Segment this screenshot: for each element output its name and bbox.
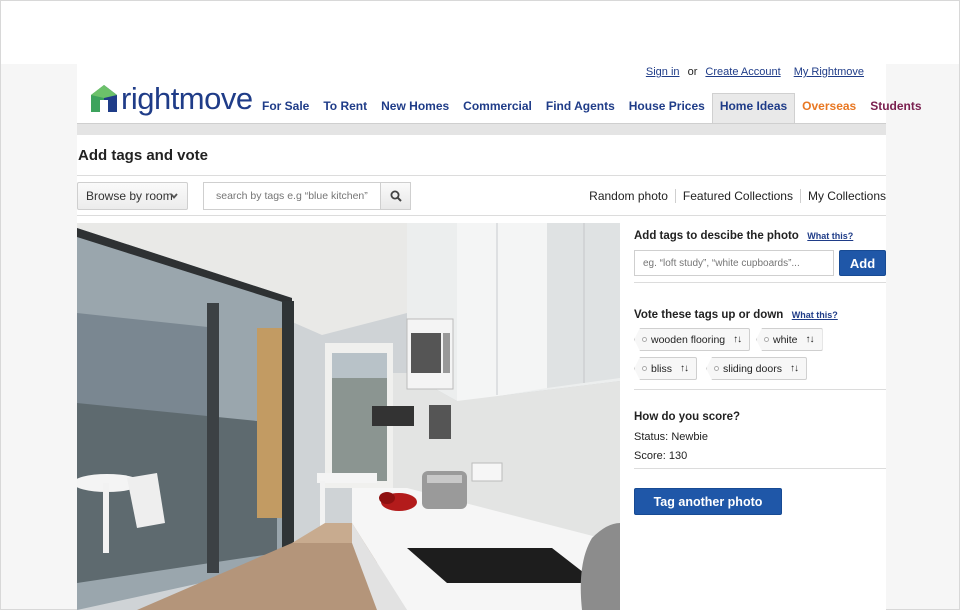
nav-house-prices[interactable]: House Prices bbox=[622, 93, 712, 123]
nav-commercial[interactable]: Commercial bbox=[456, 93, 539, 123]
tag-another-photo-button[interactable]: Tag another photo bbox=[634, 488, 782, 515]
nav-to-rent[interactable]: To Rent bbox=[316, 93, 374, 123]
nav-overseas[interactable]: Overseas bbox=[795, 93, 863, 123]
browse-label: Browse by room bbox=[86, 189, 173, 203]
add-tags-heading: Add tags to descibe the photo bbox=[634, 230, 799, 242]
random-photo-link[interactable]: Random photo bbox=[582, 189, 675, 203]
page-title: Add tags and vote bbox=[78, 147, 209, 164]
status-label: Status: bbox=[634, 431, 669, 443]
vote-arrows-icon[interactable]: ↑↓ bbox=[733, 334, 742, 345]
score-value: 130 bbox=[668, 450, 688, 462]
vote-help-link[interactable]: What this? bbox=[792, 310, 838, 320]
tag-label: wooden flooring bbox=[651, 333, 726, 346]
tag-chip[interactable]: white ↑↓ bbox=[756, 328, 823, 351]
nav-home-ideas[interactable]: Home Ideas bbox=[711, 93, 796, 123]
score-label: Score: bbox=[634, 450, 666, 462]
logo-text: rightmove bbox=[121, 81, 253, 116]
score-heading: How do you score? bbox=[634, 411, 741, 423]
nav-for-sale[interactable]: For Sale bbox=[255, 93, 316, 123]
divider bbox=[77, 175, 886, 176]
page: Sign in or Create Account My Rightmove r… bbox=[77, 64, 922, 610]
account-links: Sign in or Create Account My Rightmove bbox=[646, 66, 864, 78]
chevron-down-icon bbox=[169, 191, 179, 204]
or-text: or bbox=[687, 66, 698, 78]
nav-new-homes[interactable]: New Homes bbox=[374, 93, 456, 123]
my-rightmove-link[interactable]: My Rightmove bbox=[794, 66, 864, 78]
tag-label: bliss bbox=[651, 362, 673, 375]
vote-arrows-icon[interactable]: ↑↓ bbox=[680, 363, 689, 374]
score-row: Score: 130 bbox=[634, 450, 687, 462]
tag-chip[interactable]: wooden flooring ↑↓ bbox=[634, 328, 751, 351]
status-row: Status: Newbie bbox=[634, 431, 708, 443]
vote-heading: Vote these tags up or down bbox=[634, 309, 784, 321]
add-tags-heading-row: Add tags to descibe the photo What this? bbox=[634, 226, 853, 244]
status-value: Newbie bbox=[671, 431, 708, 443]
vote-heading-row: Vote these tags up or down What this? bbox=[634, 305, 838, 323]
kitchen-photo bbox=[77, 223, 620, 610]
tag-search-input[interactable] bbox=[203, 182, 381, 210]
my-collections-link[interactable]: My Collections bbox=[799, 189, 886, 203]
divider bbox=[77, 215, 886, 216]
sign-in-link[interactable]: Sign in bbox=[646, 66, 680, 78]
divider bbox=[634, 282, 886, 283]
featured-collections-link[interactable]: Featured Collections bbox=[674, 189, 800, 203]
add-tag-button[interactable]: Add bbox=[839, 250, 886, 276]
house-logo-icon bbox=[91, 85, 117, 112]
search-button[interactable] bbox=[380, 182, 411, 210]
add-tags-help-link[interactable]: What this? bbox=[807, 231, 853, 241]
create-account-link[interactable]: Create Account bbox=[705, 66, 780, 78]
tag-chip[interactable]: sliding doors ↑↓ bbox=[706, 357, 807, 380]
main-nav: For Sale To Rent New Homes Commercial Fi… bbox=[255, 93, 929, 123]
tag-chip[interactable]: bliss ↑↓ bbox=[634, 357, 698, 380]
add-tag-input[interactable] bbox=[634, 250, 834, 276]
vote-arrows-icon[interactable]: ↑↓ bbox=[790, 363, 799, 374]
tag-dot-icon bbox=[714, 366, 719, 371]
nav-students[interactable]: Students bbox=[863, 93, 928, 123]
tag-dot-icon bbox=[642, 366, 647, 371]
nav-find-agents[interactable]: Find Agents bbox=[539, 93, 622, 123]
vote-arrows-icon[interactable]: ↑↓ bbox=[806, 334, 815, 345]
nav-underbar bbox=[77, 123, 886, 135]
collection-links: Random photo Featured Collections My Col… bbox=[582, 189, 886, 203]
tag-dot-icon bbox=[642, 337, 647, 342]
rightmove-logo[interactable]: rightmove bbox=[90, 83, 253, 115]
search-icon bbox=[390, 190, 402, 202]
divider bbox=[634, 389, 886, 390]
browse-by-room-dropdown[interactable]: Browse by room bbox=[77, 182, 188, 210]
tag-label: white bbox=[773, 333, 798, 346]
divider bbox=[634, 468, 886, 469]
tag-dot-icon bbox=[764, 337, 769, 342]
tag-label: sliding doors bbox=[723, 362, 782, 375]
